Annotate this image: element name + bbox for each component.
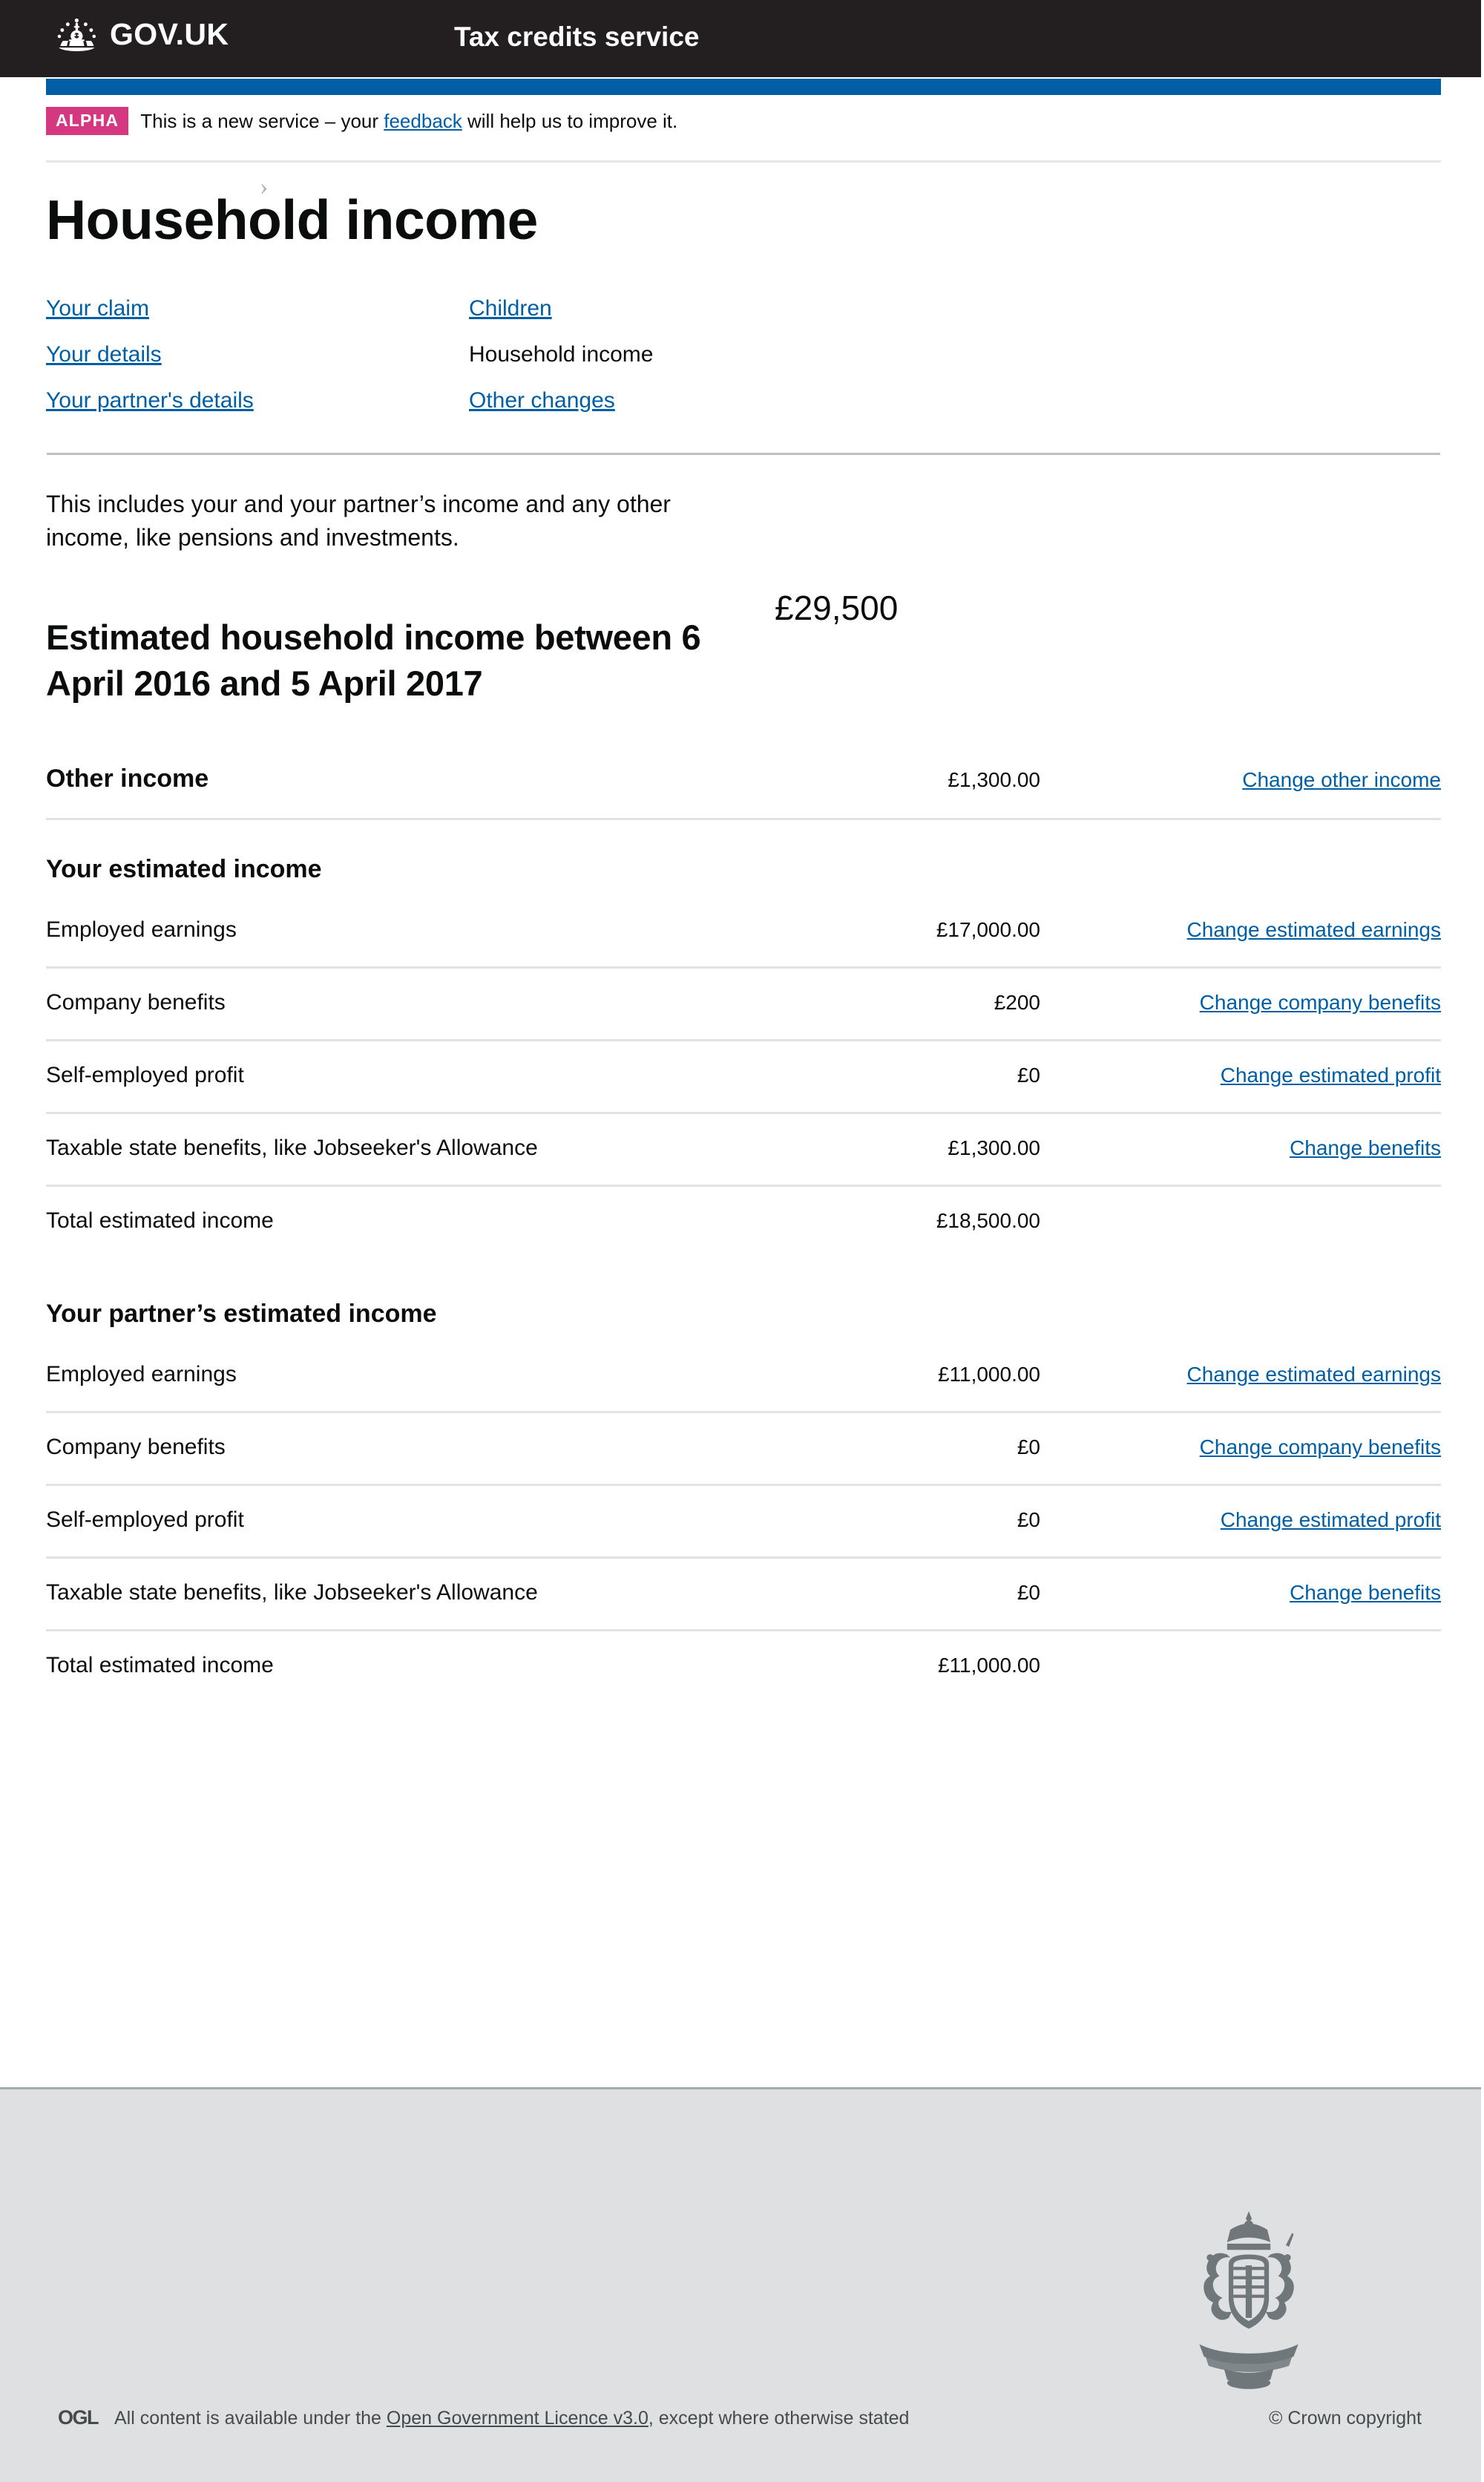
phase-banner: ALPHA This is a new service – your feedb…	[46, 104, 1441, 163]
service-blue-bar	[46, 79, 1441, 95]
footer-inner: OGL All content is available under the O…	[43, 2089, 1438, 2482]
other-income-label: Other income	[46, 764, 209, 793]
table-row: Taxable state benefits, like Jobseeker's…	[46, 1559, 1441, 1631]
table-row: Self-employed profit £0 Change estimated…	[46, 1486, 1441, 1559]
row-label: Taxable state benefits, like Jobseeker's…	[46, 1135, 538, 1160]
row-action: Change estimated earnings	[1040, 917, 1441, 943]
estimated-household-income-value: £29,500	[775, 589, 899, 628]
phase-tag-alpha: ALPHA	[46, 107, 129, 135]
change-company-benefits-link[interactable]: Change company benefits	[1200, 991, 1441, 1014]
row-value: £0	[1017, 1581, 1040, 1604]
phase-text-after: will help us to improve it.	[462, 109, 678, 132]
total-value: £18,500.00	[936, 1208, 1040, 1232]
table-row: Employed earnings £17,000.00 Change esti…	[46, 896, 1441, 969]
partner-estimated-income-heading: Your partner’s estimated income	[46, 1299, 437, 1328]
row-value: £0	[1017, 1063, 1040, 1087]
table-row: Taxable state benefits, like Jobseeker's…	[46, 1114, 1441, 1187]
table-row: Self-employed profit £0 Change estimated…	[46, 1041, 1441, 1114]
row-value: £0	[1017, 1508, 1040, 1531]
table-row: Employed earnings £11,000.00 Change esti…	[46, 1340, 1441, 1413]
main-content: › Household income Your claim Children Y…	[46, 165, 1441, 1702]
feedback-link[interactable]: feedback	[384, 110, 462, 132]
table-row: Company benefits £0 Change company benef…	[46, 1413, 1441, 1486]
partner-change-company-benefits-link[interactable]: Change company benefits	[1200, 1435, 1441, 1458]
crown-copyright: © Crown copyright	[1269, 2407, 1422, 2429]
change-benefits-link[interactable]: Change benefits	[1290, 1136, 1441, 1159]
ogl-logo-icon: OGL	[58, 2406, 99, 2429]
row-label: Self-employed profit	[46, 1062, 244, 1087]
phase-banner-row: ALPHA This is a new service – your feedb…	[46, 104, 1441, 138]
other-income-value: £1,300.00	[948, 768, 1040, 792]
royal-coat-of-arms-icon	[1171, 2208, 1327, 2394]
nav-item-household-income-current: Household income	[469, 341, 654, 367]
row-action: Change benefits	[1040, 1135, 1441, 1162]
row-action: Change estimated earnings	[1040, 1361, 1441, 1388]
phase-banner-text: This is a new service – your feedback wi…	[140, 108, 677, 134]
crown-icon	[53, 16, 101, 55]
global-footer: OGL All content is available under the O…	[0, 2087, 1481, 2482]
total-value: £11,000.00	[937, 1654, 1040, 1677]
header-inner: GOV.UK Tax credits service	[0, 0, 1481, 77]
row-label: Employed earnings	[46, 1362, 237, 1386]
your-estimated-income-section: Employed earnings £17,000.00 Change esti…	[46, 896, 1441, 1257]
change-estimated-earnings-link[interactable]: Change estimated earnings	[1187, 918, 1441, 941]
row-label: Self-employed profit	[46, 1507, 244, 1532]
partner-change-estimated-profit-link[interactable]: Change estimated profit	[1221, 1508, 1441, 1531]
partner-change-estimated-earnings-link[interactable]: Change estimated earnings	[1187, 1363, 1441, 1386]
row-label: Company benefits	[46, 989, 226, 1015]
other-income-section: Other income £1,300.00 Change other inco…	[46, 743, 1441, 820]
row-value: £17,000.00	[936, 917, 1040, 941]
table-row-total: Total estimated income £18,500.00	[46, 1187, 1441, 1257]
row-label: Employed earnings	[46, 917, 237, 942]
row-value: £11,000.00	[937, 1363, 1040, 1386]
partner-change-benefits-link[interactable]: Change benefits	[1290, 1581, 1441, 1604]
estimated-household-income-summary: Estimated household income between 6 Apr…	[46, 586, 1441, 736]
partner-estimated-income-section: Employed earnings £11,000.00 Change esti…	[46, 1340, 1441, 1702]
table-row: Company benefits £200 Change company ben…	[46, 969, 1441, 1041]
row-value: £0	[1017, 1435, 1040, 1458]
row-action: Change estimated profit	[1040, 1507, 1441, 1533]
page-title-text: Household income	[46, 189, 538, 251]
row-action: Change company benefits	[1040, 989, 1441, 1016]
breadcrumb-chevron-icon: ›	[260, 173, 268, 200]
row-value: £200	[994, 990, 1040, 1014]
row-label: Taxable state benefits, like Jobseeker's…	[46, 1580, 538, 1605]
row-action: Change benefits	[1040, 1579, 1441, 1606]
section-navigation: Your claim Children Your details Househo…	[46, 295, 1441, 414]
nav-item-children[interactable]: Children	[469, 295, 1441, 322]
phase-text-before: This is a new service – your	[140, 109, 384, 132]
change-other-income-link[interactable]: Change other income	[1242, 768, 1441, 791]
total-label: Total estimated income	[46, 1653, 274, 1677]
footer-license-text: All content is available under the Open …	[114, 2406, 909, 2431]
table-row-total: Total estimated income £11,000.00	[46, 1631, 1441, 1702]
footer-license-block: OGL All content is available under the O…	[58, 2406, 909, 2431]
row-label: Company benefits	[46, 1435, 226, 1459]
navigation-divider	[47, 452, 1440, 455]
estimated-household-income-heading: Estimated household income between 6 Apr…	[46, 618, 701, 704]
table-row: Other income £1,300.00 Change other inco…	[46, 743, 1441, 820]
other-income-action: Change other income	[1040, 767, 1441, 793]
govuk-home-link[interactable]: GOV.UK	[53, 16, 229, 55]
change-estimated-profit-link[interactable]: Change estimated profit	[1221, 1064, 1441, 1087]
open-government-licence-link[interactable]: Open Government Licence v3.0	[387, 2408, 649, 2429]
global-header: GOV.UK Tax credits service	[0, 0, 1481, 77]
nav-item-other-changes[interactable]: Other changes	[469, 387, 1441, 414]
row-value: £1,300.00	[948, 1136, 1040, 1159]
row-action: Change estimated profit	[1040, 1062, 1441, 1089]
nav-item-your-details[interactable]: Your details	[46, 341, 469, 368]
service-name-link[interactable]: Tax credits service	[454, 19, 699, 55]
nav-item-your-claim[interactable]: Your claim	[46, 295, 469, 322]
row-action: Change company benefits	[1040, 1434, 1441, 1461]
nav-item-your-partners-details[interactable]: Your partner's details	[46, 387, 469, 414]
page-title: › Household income	[46, 173, 1441, 251]
govuk-logo-text: GOV.UK	[110, 17, 229, 51]
intro-paragraph: This includes your and your partner’s in…	[46, 490, 671, 551]
license-text-after: , except where otherwise stated	[648, 2407, 910, 2429]
license-text-before: All content is available under the	[114, 2407, 387, 2429]
total-label: Total estimated income	[46, 1208, 274, 1233]
your-estimated-income-heading: Your estimated income	[46, 854, 322, 883]
